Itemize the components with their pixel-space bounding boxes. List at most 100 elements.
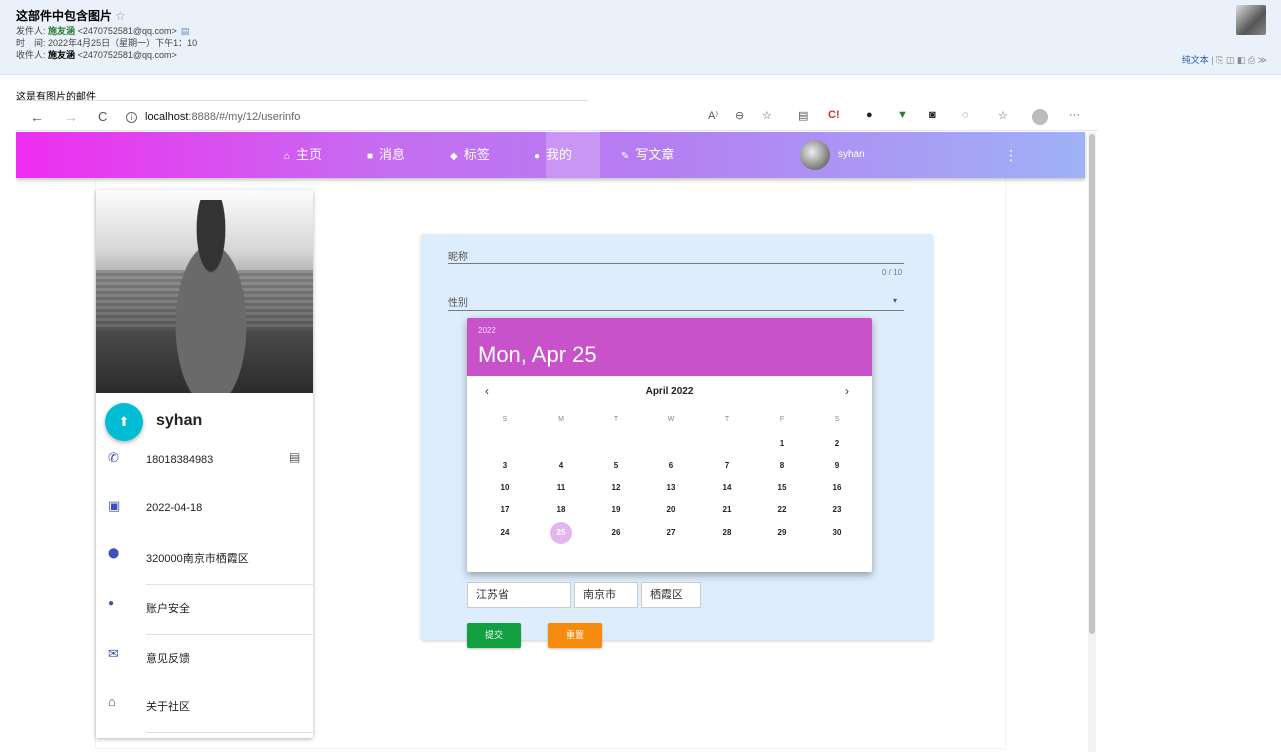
picker-year[interactable]: 2022 bbox=[478, 326, 496, 335]
weekday-label: W bbox=[667, 416, 675, 423]
to-name[interactable]: 施友涵 bbox=[48, 50, 75, 60]
calendar-day[interactable]: 21 bbox=[715, 499, 739, 521]
star-icon[interactable]: ☆ bbox=[115, 9, 126, 23]
gender-select[interactable] bbox=[448, 310, 904, 311]
url-path: :8888/#/my/12/userinfo bbox=[188, 111, 301, 123]
scrollbar[interactable] bbox=[1088, 132, 1096, 752]
calendar-day[interactable]: 2 bbox=[825, 433, 849, 455]
to-address: <2470752581@qq.com> bbox=[77, 50, 177, 60]
calendar-day[interactable]: 13 bbox=[659, 477, 683, 499]
weekday-label: S bbox=[502, 416, 508, 423]
calendar-day[interactable]: 15 bbox=[770, 477, 794, 499]
extension-circle-icon[interactable]: ● bbox=[866, 109, 873, 121]
calendar-day[interactable]: 19 bbox=[604, 499, 628, 521]
nav-messages[interactable]: ■ 消息 bbox=[367, 132, 405, 178]
calendar-day[interactable]: 14 bbox=[715, 477, 739, 499]
favorite-icon[interactable]: ☆ bbox=[762, 109, 772, 122]
date-picker-header: 2022 Mon, Apr 25 bbox=[467, 318, 872, 376]
from-name[interactable]: 施友涵 bbox=[48, 26, 75, 36]
forward-icon[interactable]: → bbox=[64, 109, 78, 125]
nav-home-label: 主页 bbox=[296, 147, 323, 162]
calendar-day[interactable]: 4 bbox=[549, 455, 573, 477]
tag-icon: ◆ bbox=[450, 151, 458, 162]
vue-devtools-icon[interactable]: ▼ bbox=[897, 109, 908, 121]
date-item: ▣ 2022-04-18 bbox=[96, 498, 313, 538]
scrollbar-thumb[interactable] bbox=[1089, 134, 1095, 634]
calendar-day[interactable]: 24 bbox=[493, 522, 517, 544]
favorites-list-icon[interactable]: ☆ bbox=[998, 109, 1008, 122]
to-label: 收件人: bbox=[16, 50, 46, 60]
mail-tool-icons[interactable]: | ⎘ ◫ ◧ ⎙ ≫ bbox=[1211, 55, 1267, 65]
about-label: 关于社区 bbox=[146, 701, 190, 713]
calendar-day[interactable]: 9 bbox=[825, 455, 849, 477]
collections-icon[interactable]: ▤ bbox=[798, 109, 808, 122]
calendar-day[interactable]: 7 bbox=[715, 455, 739, 477]
calendar-day[interactable]: 23 bbox=[825, 499, 849, 521]
zoom-icon[interactable]: ⊖ bbox=[735, 109, 744, 122]
nav-write[interactable]: ✎ 写文章 bbox=[621, 132, 674, 178]
feedback-item[interactable]: ✉ 意见反馈 bbox=[96, 646, 313, 686]
dropdown-arrow-icon[interactable]: ▾ bbox=[893, 296, 897, 305]
calendar-day[interactable]: 1 bbox=[770, 433, 794, 455]
profile-avatar-icon[interactable] bbox=[1032, 109, 1048, 125]
extension-square-icon[interactable]: ◙ bbox=[929, 109, 936, 121]
reset-button[interactable]: 重置 bbox=[548, 623, 602, 648]
feedback-label: 意见反馈 bbox=[146, 653, 190, 665]
more-icon[interactable]: ··· bbox=[1069, 109, 1080, 121]
nickname-input[interactable] bbox=[448, 263, 904, 264]
about-item[interactable]: ⌂ 关于社区 bbox=[96, 694, 313, 734]
security-item[interactable]: ● 账户安全 bbox=[96, 596, 313, 636]
divider bbox=[146, 584, 313, 585]
user-avatar[interactable] bbox=[800, 140, 830, 170]
selected-day[interactable]: 25 bbox=[550, 522, 572, 544]
calendar-day[interactable]: 6 bbox=[659, 455, 683, 477]
calendar-day[interactable]: 29 bbox=[770, 522, 794, 544]
back-icon[interactable]: ← bbox=[30, 109, 44, 125]
picker-month-label[interactable]: April 2022 bbox=[467, 386, 872, 397]
person-icon: ● bbox=[108, 598, 115, 609]
nav-tags[interactable]: ◆ 标签 bbox=[450, 132, 490, 178]
user-name[interactable]: syhan bbox=[838, 132, 865, 178]
sender-avatar[interactable] bbox=[1236, 5, 1266, 35]
address-bar: ← → C i localhost:8888/#/my/12/userinfo A… bbox=[16, 104, 1098, 131]
calendar-day[interactable]: 18 bbox=[549, 499, 573, 521]
calendar-day[interactable]: 10 bbox=[493, 477, 517, 499]
calendar-day[interactable]: 22 bbox=[770, 499, 794, 521]
info-icon[interactable]: i bbox=[126, 112, 137, 123]
upload-button[interactable]: ⬆ bbox=[105, 403, 143, 441]
more-vert-icon[interactable]: ⋮ bbox=[1004, 132, 1018, 178]
nav-mine[interactable]: ● 我的 bbox=[534, 132, 572, 178]
nav-home[interactable]: ⌂ 主页 bbox=[284, 132, 322, 178]
url-host: localhost bbox=[145, 111, 189, 123]
calendar-day[interactable]: 11 bbox=[549, 477, 573, 499]
plain-text-link[interactable]: 纯文本 bbox=[1182, 55, 1209, 65]
contact-card-icon[interactable]: ▤ bbox=[181, 26, 190, 36]
calendar-day[interactable]: 28 bbox=[715, 522, 739, 544]
calendar-day[interactable]: 12 bbox=[604, 477, 628, 499]
city-select[interactable]: 南京市 bbox=[574, 582, 638, 608]
refresh-icon[interactable]: C bbox=[98, 109, 107, 124]
security-label: 账户安全 bbox=[146, 603, 190, 615]
time-label: 时 间: bbox=[16, 38, 46, 48]
district-select[interactable]: 栖霞区 bbox=[641, 582, 701, 608]
app-bar: ⌂ 主页 ■ 消息 ◆ 标签 ● 我的 ✎ 写文章 syhan ⋮ bbox=[16, 132, 1085, 178]
province-select[interactable]: 江苏省 bbox=[467, 582, 571, 608]
calendar-day[interactable]: 26 bbox=[604, 522, 628, 544]
extensions-icon[interactable]: ◌ bbox=[962, 109, 969, 121]
calendar-day[interactable]: 3 bbox=[493, 455, 517, 477]
profile-photo bbox=[96, 190, 313, 393]
extension-c-icon[interactable]: C! bbox=[828, 109, 840, 121]
calendar-day[interactable]: 16 bbox=[825, 477, 849, 499]
calendar-day[interactable]: 30 bbox=[825, 522, 849, 544]
calendar-day[interactable]: 27 bbox=[659, 522, 683, 544]
next-month-icon[interactable]: › bbox=[845, 384, 849, 398]
read-aloud-icon[interactable]: A⁾ bbox=[708, 109, 718, 122]
url-field[interactable]: i localhost:8888/#/my/12/userinfo bbox=[126, 107, 696, 127]
submit-button[interactable]: 提交 bbox=[467, 623, 521, 648]
mail-time: 时 间: 2022年4月25日（星期一）下午1：10 bbox=[16, 38, 197, 49]
calendar-day[interactable]: 5 bbox=[604, 455, 628, 477]
calendar-day[interactable]: 17 bbox=[493, 499, 517, 521]
calendar-day[interactable]: 20 bbox=[659, 499, 683, 521]
date-picker: 2022 Mon, Apr 25 ‹ April 2022 › SMTWTFS … bbox=[467, 318, 872, 572]
calendar-day[interactable]: 8 bbox=[770, 455, 794, 477]
